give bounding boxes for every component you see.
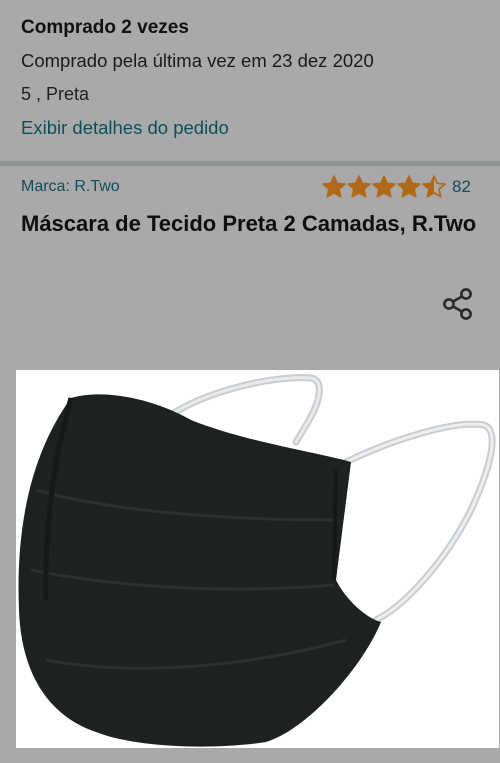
star-icon xyxy=(347,175,371,198)
bought-count-heading: Comprado 2 vezes xyxy=(21,17,189,38)
rating-summary[interactable]: 82 xyxy=(321,174,471,200)
star-rating xyxy=(321,174,446,200)
order-summary: Comprado 2 vezes Comprado pela última ve… xyxy=(0,0,500,160)
star-icon xyxy=(372,175,396,198)
order-variant: 5 , Preta xyxy=(21,84,90,104)
brand-link[interactable]: Marca: R.Two xyxy=(21,178,120,196)
view-order-details-link[interactable]: Exibir detalhes do pedido xyxy=(21,117,229,139)
star-icon xyxy=(322,175,346,198)
rating-count: 82 xyxy=(452,177,471,196)
star-icon xyxy=(422,175,446,198)
share-icon[interactable] xyxy=(442,287,474,321)
last-bought-date: Comprado pela última vez em 23 dez 2020 xyxy=(21,50,374,71)
section-divider xyxy=(0,161,500,166)
star-icon xyxy=(397,175,421,198)
product-image[interactable] xyxy=(16,370,499,748)
product-title: Máscara de Tecido Preta 2 Camadas, R.Two xyxy=(21,211,477,236)
